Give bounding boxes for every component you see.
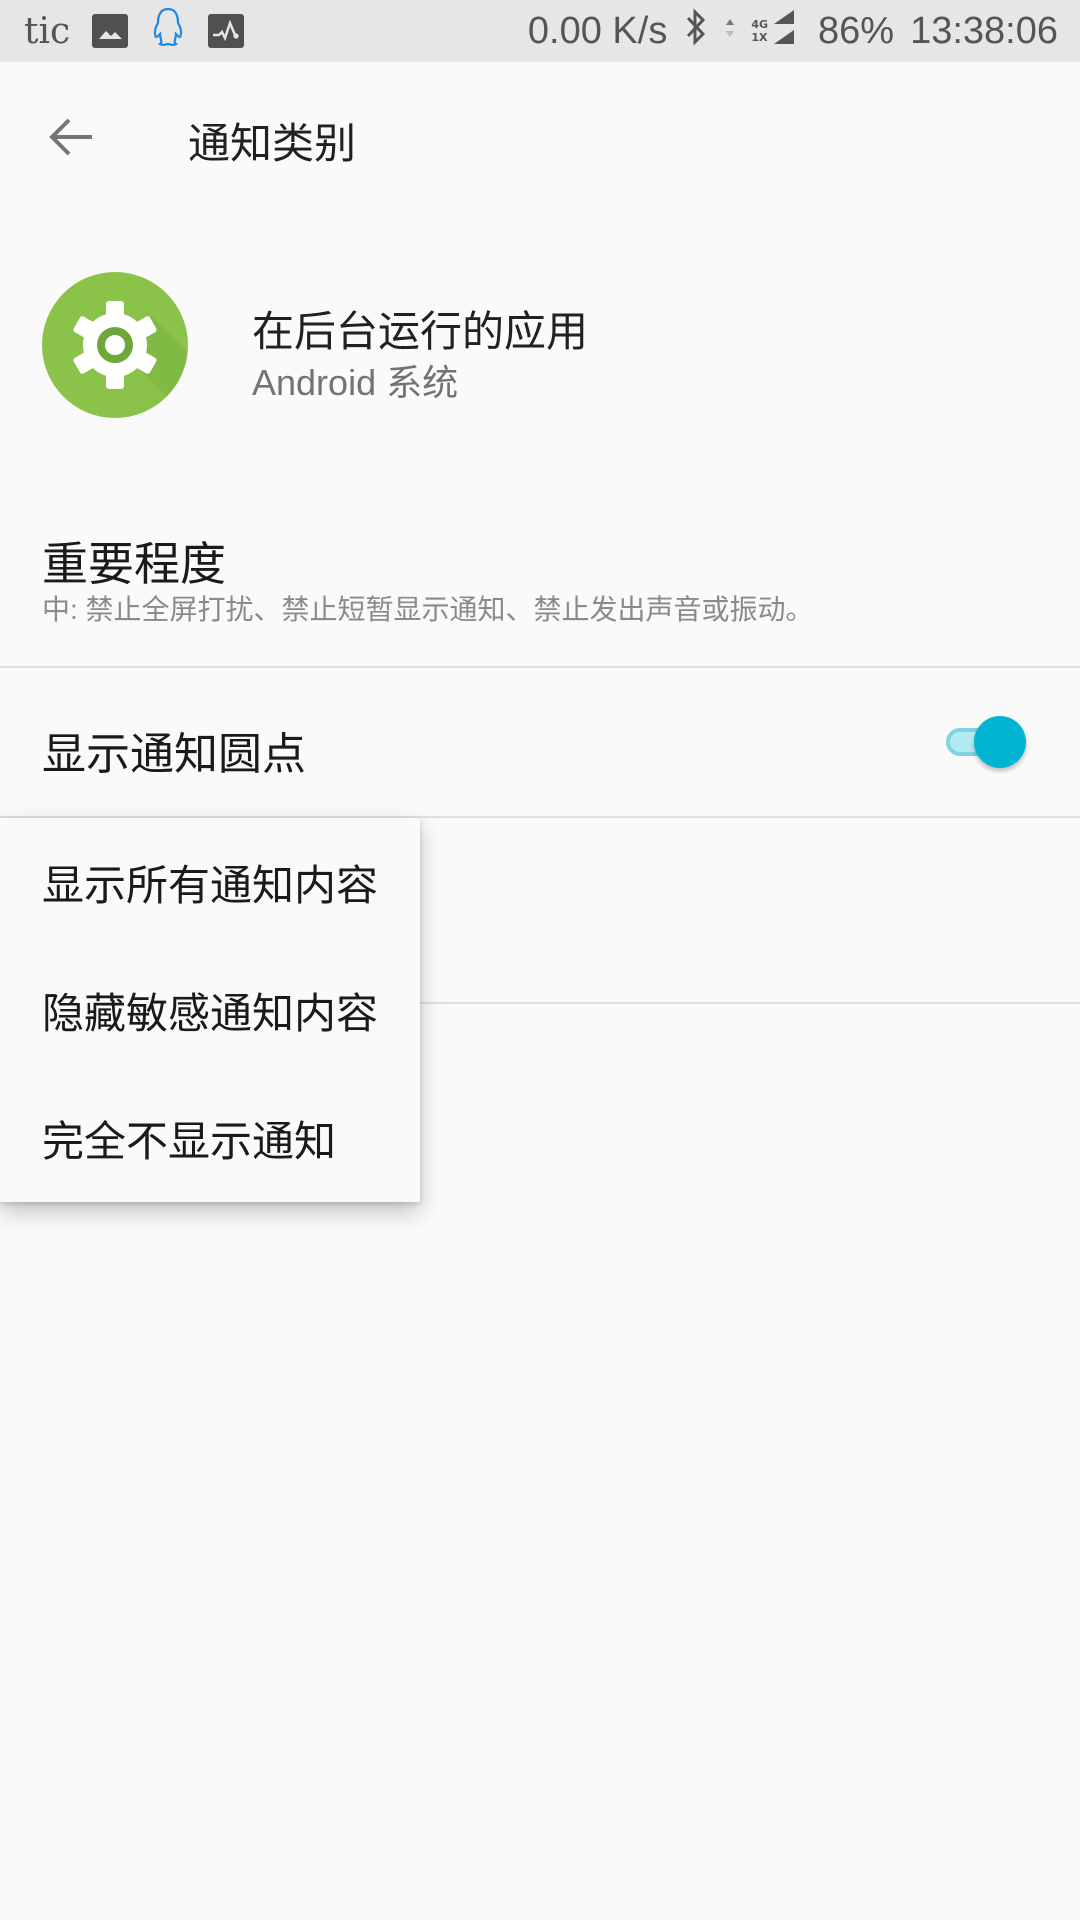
qq-penguin-icon [150,6,186,57]
battery-level: 86% [818,9,895,52]
carrier-text: tic [24,10,71,52]
menu-item-hide-all[interactable]: 完全不显示通知 [0,1074,420,1202]
page-title: 通知类别 [188,120,357,167]
settings-gear-icon [42,272,188,418]
data-activity-icon [725,11,735,52]
app-subtitle: Android 系统 [252,362,459,403]
divider [420,1002,1080,1004]
net-speed: 0.00 K/s [527,9,668,52]
importance-title: 重要程度 [42,538,226,590]
network-type: 4G 1X [751,18,769,44]
menu-item-hide-sensitive[interactable]: 隐藏敏感通知内容 [0,946,420,1074]
status-bar: tic 0.00 K/s 4G 1X 86% 13:38:06 [0,0,1080,62]
app-name: 在后台运行的应用 [252,308,589,355]
app-bar: 通知类别 [0,62,1080,212]
gallery-icon [92,14,129,48]
notification-dot-toggle[interactable] [944,714,1030,770]
notification-dot-setting[interactable]: 显示通知圆点 [0,668,1080,816]
notification-dot-label: 显示通知圆点 [42,730,306,779]
menu-item-show-all[interactable]: 显示所有通知内容 [0,818,420,946]
back-button[interactable] [44,112,100,162]
importance-summary: 中: 禁止全屏打扰、禁止短暂显示通知、禁止发出声音或振动。 [42,594,814,625]
activity-monitor-icon [208,14,245,48]
lockscreen-visibility-menu: 显示所有通知内容 隐藏敏感通知内容 完全不显示通知 [0,818,420,1202]
arrow-back-icon [49,118,92,156]
signal-icon [772,7,796,56]
bluetooth-icon [683,7,709,56]
toggle-thumb [974,716,1026,768]
importance-setting[interactable]: 重要程度 中: 禁止全屏打扰、禁止短暂显示通知、禁止发出声音或振动。 [0,500,1080,666]
clock: 13:38:06 [910,9,1058,52]
